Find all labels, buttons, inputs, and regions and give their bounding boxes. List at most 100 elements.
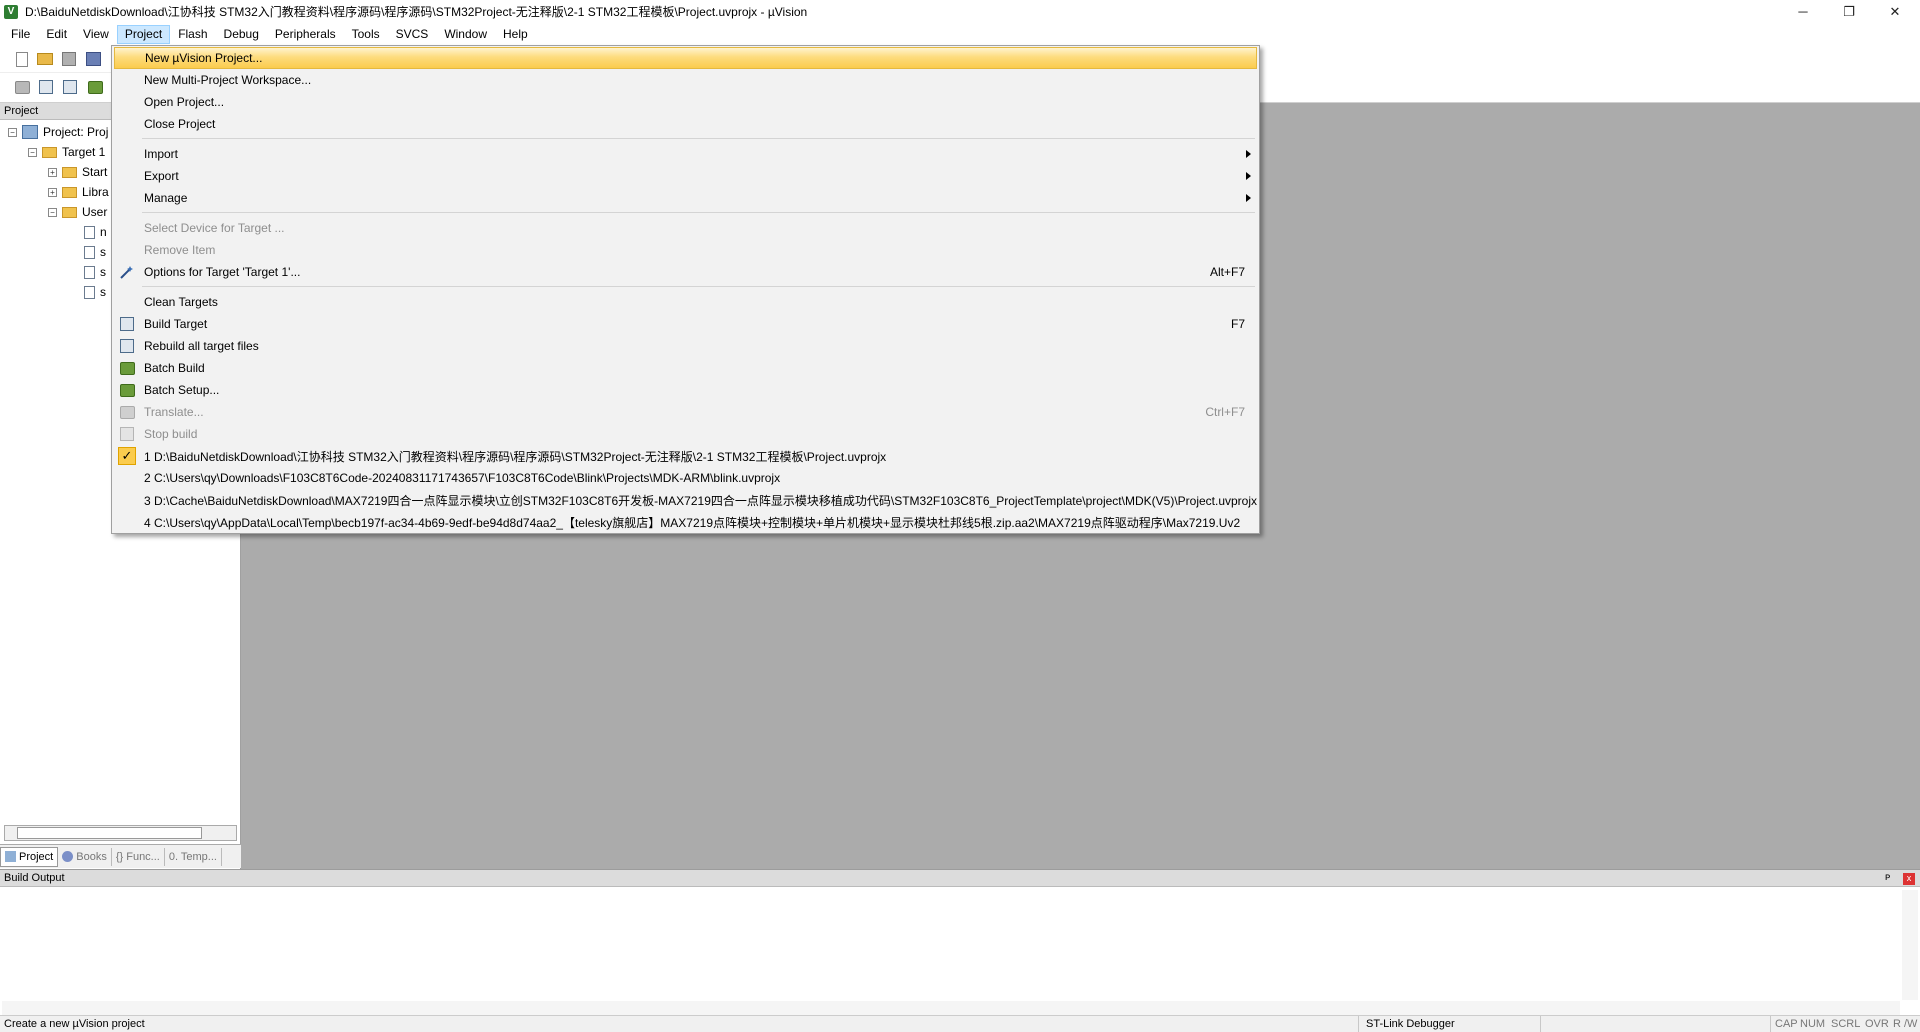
menu-new-multi-project-workspace[interactable]: New Multi-Project Workspace... xyxy=(114,69,1257,91)
expand-icon[interactable]: + xyxy=(48,187,57,197)
menu-edit[interactable]: Edit xyxy=(38,25,75,44)
menu-remove-item[interactable]: Remove Item xyxy=(114,239,1257,261)
folder-open-icon xyxy=(62,206,77,218)
collapse-icon[interactable]: − xyxy=(28,147,37,157)
file-icon xyxy=(84,265,95,279)
open-folder-icon[interactable] xyxy=(36,50,54,68)
menu-new-uvision-project[interactable]: New µVision Project... xyxy=(114,47,1257,69)
tree-label: s xyxy=(100,285,106,299)
tab-project[interactable]: Project xyxy=(0,846,59,867)
menu-flash[interactable]: Flash xyxy=(170,25,215,44)
file-icon xyxy=(84,225,95,239)
menu-tools[interactable]: Tools xyxy=(344,25,388,44)
menu-recent-project-2[interactable]: 2 C:\Users\qy\Downloads\F103C8T6Code-202… xyxy=(114,467,1257,489)
menu-batch-build[interactable]: Batch Build xyxy=(114,357,1257,379)
project-tab-icon xyxy=(5,851,16,862)
menu-project[interactable]: Project xyxy=(116,24,171,44)
submenu-arrow-icon xyxy=(1246,172,1251,180)
scrollbar-thumb[interactable] xyxy=(17,827,202,839)
collapse-icon[interactable]: − xyxy=(8,127,17,137)
menu-recent-project-3[interactable]: 3 D:\Cache\BaiduNetdiskDownload\MAX7219四… xyxy=(114,489,1257,511)
tree-label: s xyxy=(100,245,106,259)
tab-books[interactable]: Books xyxy=(58,847,112,866)
save-icon[interactable] xyxy=(60,50,78,68)
new-file-icon[interactable] xyxy=(13,50,31,68)
status-divider xyxy=(1358,1016,1359,1032)
menu-batch-setup[interactable]: Batch Setup... xyxy=(114,379,1257,401)
menu-help[interactable]: Help xyxy=(495,25,536,44)
tree-project-root[interactable]: − Project: Proj xyxy=(8,123,108,141)
tree-file[interactable]: s xyxy=(84,263,106,281)
menu-rebuild-all[interactable]: Rebuild all target files xyxy=(114,335,1257,357)
status-divider xyxy=(1540,1016,1541,1032)
menu-debug[interactable]: Debug xyxy=(216,25,267,44)
menu-select-device[interactable]: Select Device for Target ... xyxy=(114,217,1257,239)
menu-import[interactable]: Import xyxy=(114,143,1257,165)
tree-group-start[interactable]: + Start xyxy=(48,163,107,181)
file-icon xyxy=(84,285,95,299)
batch-build-icon[interactable] xyxy=(86,78,104,96)
build-output-header: Build Output xyxy=(0,870,1920,887)
tree-group-user[interactable]: − User xyxy=(48,203,107,221)
menu-export[interactable]: Export xyxy=(114,165,1257,187)
submenu-arrow-icon xyxy=(1246,194,1251,202)
batch-setup-icon xyxy=(118,381,136,399)
title-bar: V D:\BaiduNetdiskDownload\江协科技 STM32入门教程… xyxy=(0,0,1920,23)
menu-recent-project-1[interactable]: ✓ 1 D:\BaiduNetdiskDownload\江协科技 STM32入门… xyxy=(114,445,1257,467)
target-folder-icon xyxy=(42,146,57,158)
menu-stop-build[interactable]: Stop build xyxy=(114,423,1257,445)
rebuild-icon xyxy=(118,337,136,355)
tab-functions[interactable]: {} Func... xyxy=(112,847,165,866)
status-rw: R /W xyxy=(1893,1018,1918,1030)
folder-icon xyxy=(62,166,77,178)
close-window-button[interactable]: ✕ xyxy=(1872,0,1918,23)
expand-icon[interactable]: + xyxy=(48,167,57,177)
menu-build-target[interactable]: Build Target F7 xyxy=(114,313,1257,335)
status-cap: CAP xyxy=(1775,1018,1798,1030)
status-scrl: SCRL xyxy=(1831,1018,1861,1030)
folder-icon xyxy=(62,186,77,198)
restore-button[interactable]: ❐ xyxy=(1826,0,1872,23)
tree-label: Target 1 xyxy=(62,145,106,159)
menu-translate[interactable]: Translate... Ctrl+F7 xyxy=(114,401,1257,423)
close-icon[interactable]: x xyxy=(1903,873,1915,885)
batch-build-icon xyxy=(118,359,136,377)
status-ovr: OVR xyxy=(1865,1018,1889,1030)
uvision-app-icon: V xyxy=(4,4,18,19)
menu-file[interactable]: File xyxy=(3,25,38,44)
menu-view[interactable]: View xyxy=(75,25,117,44)
minimize-button[interactable]: ─ xyxy=(1780,0,1826,23)
books-icon xyxy=(62,851,74,862)
tree-file[interactable]: s xyxy=(84,283,106,301)
tree-target[interactable]: − Target 1 xyxy=(28,143,105,161)
menu-recent-project-4[interactable]: 4 C:\Users\qy\AppData\Local\Temp\becb197… xyxy=(114,511,1257,533)
menu-peripherals[interactable]: Peripherals xyxy=(267,25,344,44)
build-icon[interactable] xyxy=(37,78,55,96)
pin-icon[interactable]: ᴘ xyxy=(1885,872,1890,883)
tree-label: n xyxy=(100,225,107,239)
menu-manage[interactable]: Manage xyxy=(114,187,1257,209)
tree-file[interactable]: n xyxy=(84,223,107,241)
tree-group-library[interactable]: + Libra xyxy=(48,183,109,201)
build-vertical-scrollbar[interactable] xyxy=(1902,890,1918,1000)
menu-svcs[interactable]: SVCS xyxy=(388,25,437,44)
menu-window[interactable]: Window xyxy=(436,25,495,44)
status-bar: Create a new µVision project ST-Link Deb… xyxy=(0,1015,1920,1032)
translate-icon[interactable] xyxy=(13,78,31,96)
menu-open-project[interactable]: Open Project... xyxy=(114,91,1257,113)
menu-close-project[interactable]: Close Project xyxy=(114,113,1257,135)
tree-file[interactable]: s xyxy=(84,243,106,261)
menu-separator xyxy=(142,212,1255,213)
build-horizontal-scrollbar[interactable] xyxy=(2,1001,1900,1015)
menu-clean-targets[interactable]: Clean Targets xyxy=(114,291,1257,313)
tree-label: Project: Proj xyxy=(43,125,109,139)
menu-options-for-target[interactable]: Options for Target 'Target 1'... Alt+F7 xyxy=(114,261,1257,283)
collapse-icon[interactable]: − xyxy=(48,207,57,217)
rebuild-icon[interactable] xyxy=(61,78,79,96)
stop-build-icon xyxy=(118,425,136,443)
menu-bar: File Edit View Project Flash Debug Perip… xyxy=(0,23,1920,45)
menu-separator xyxy=(142,286,1255,287)
project-horizontal-scrollbar[interactable] xyxy=(4,825,237,841)
save-all-icon[interactable] xyxy=(84,50,102,68)
tab-templates[interactable]: 0. Temp... xyxy=(165,847,222,866)
